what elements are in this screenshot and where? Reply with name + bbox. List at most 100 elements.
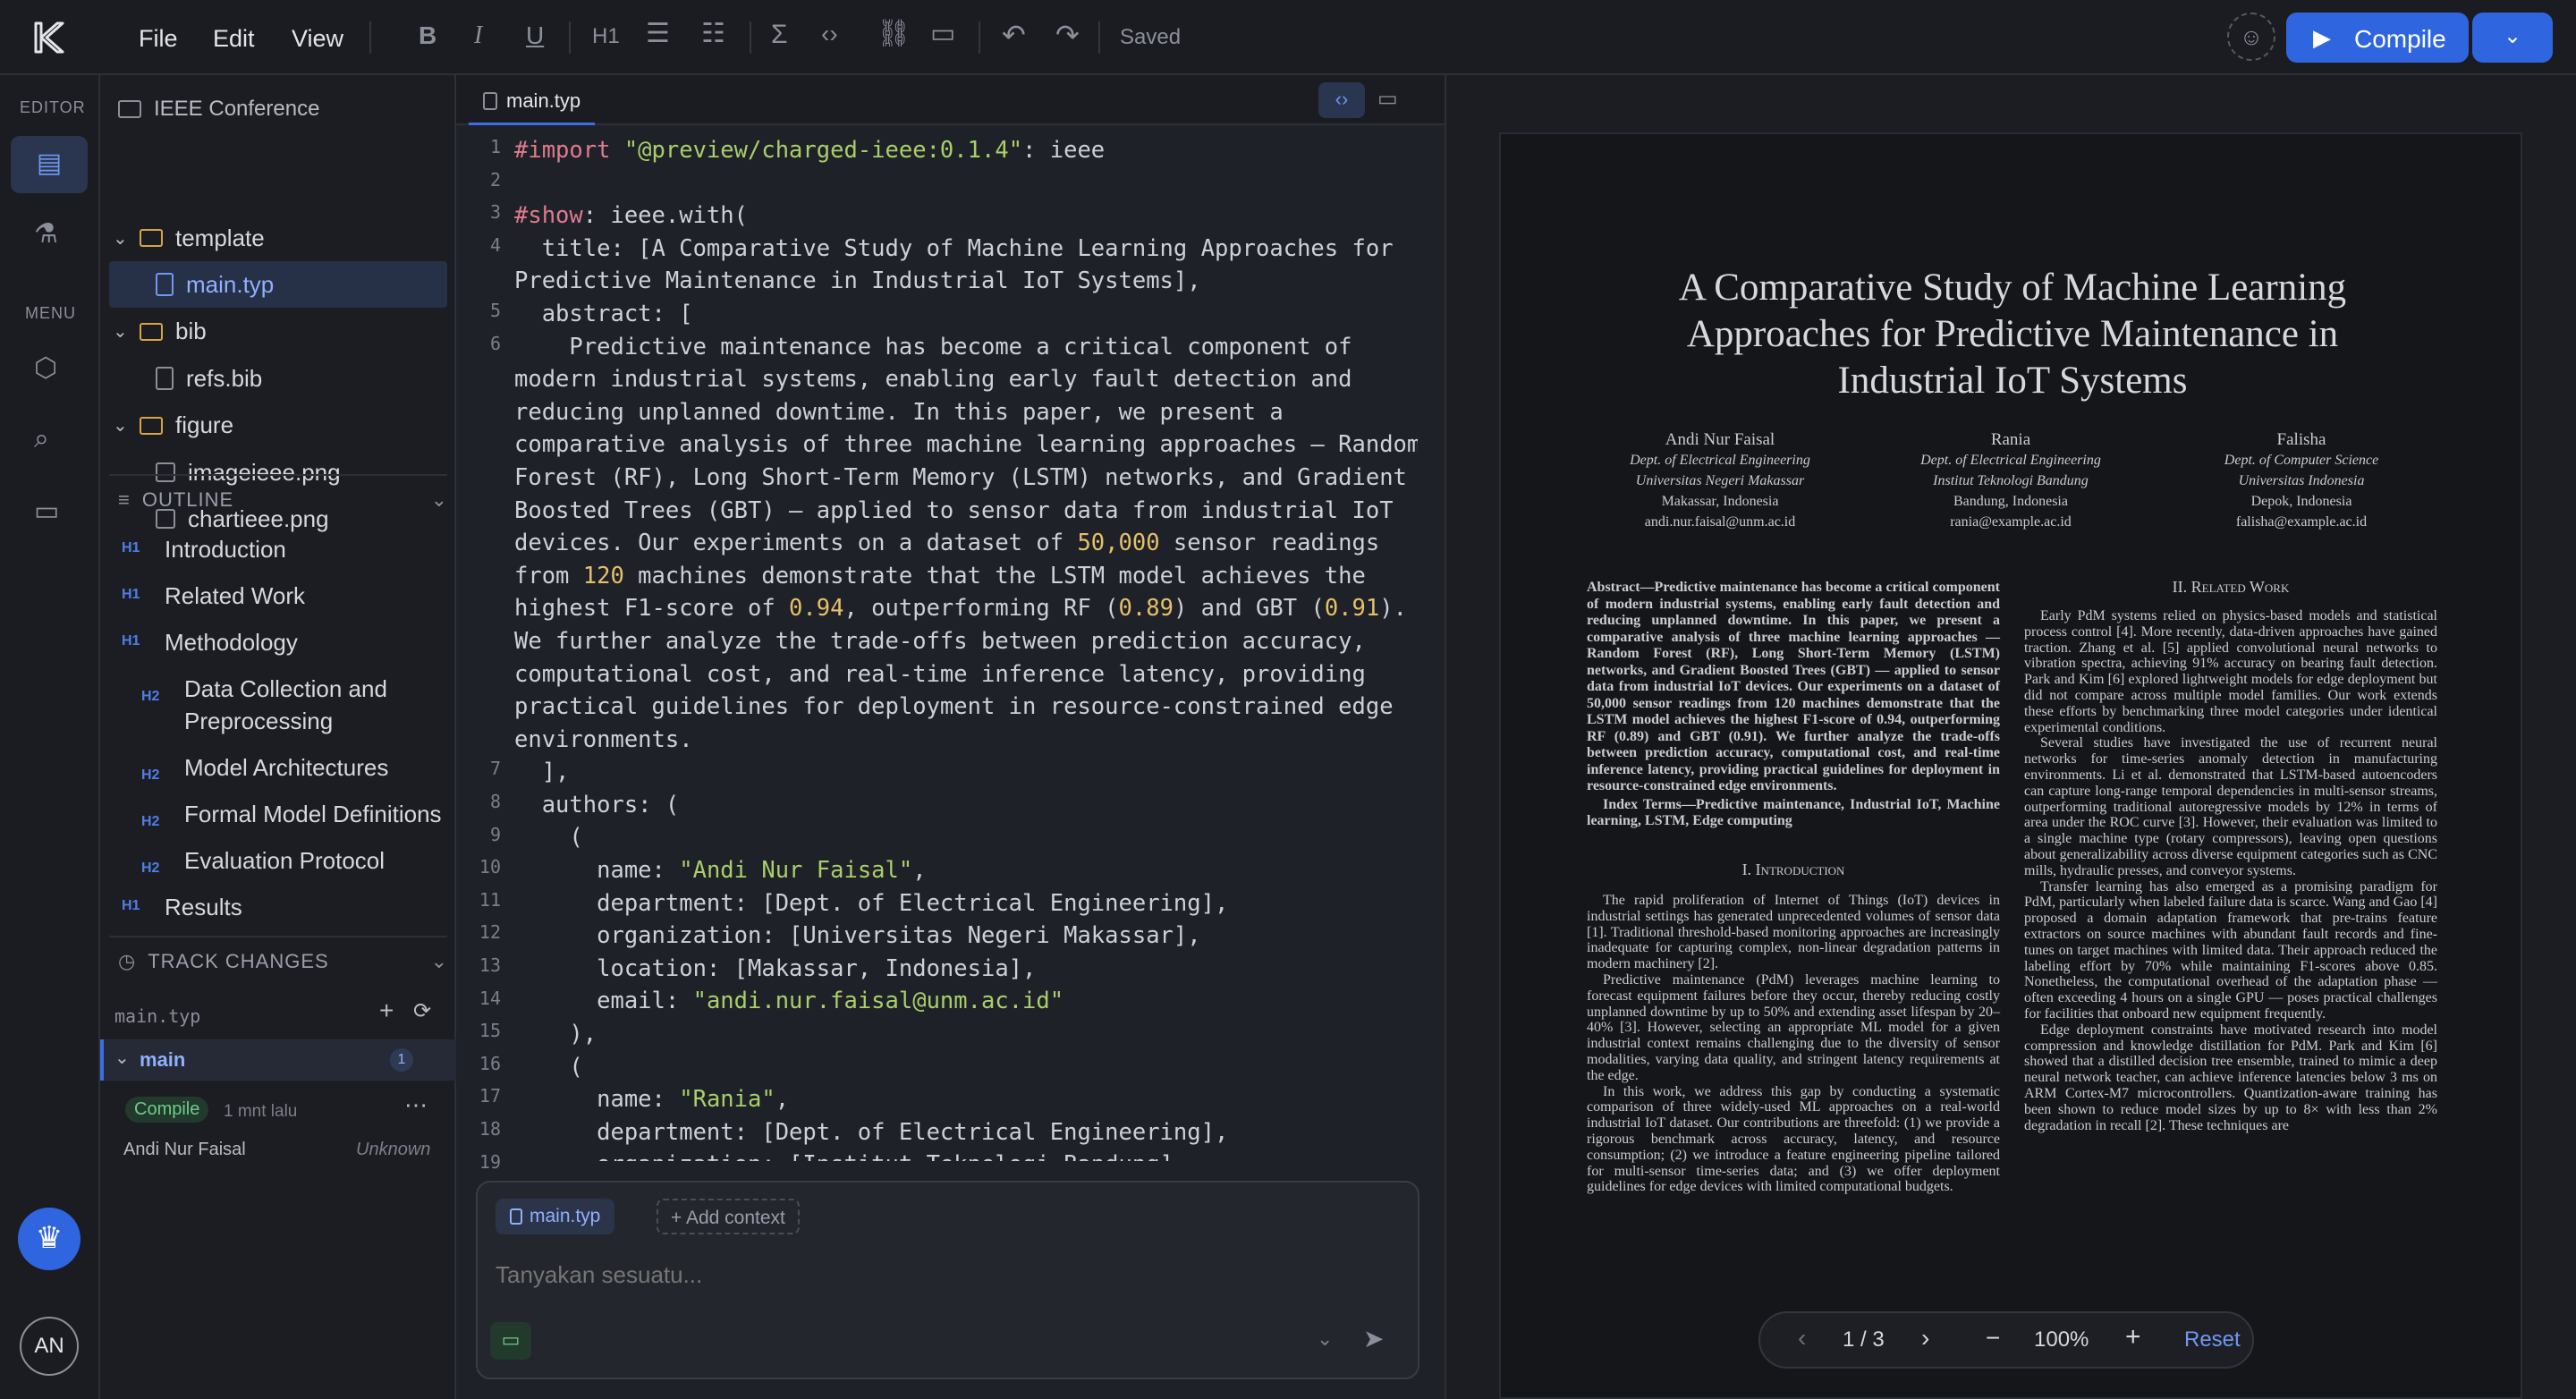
file-tree-label: figure bbox=[175, 411, 234, 439]
menu-view[interactable]: View bbox=[292, 25, 343, 53]
file-tree-item[interactable]: ⌄ template bbox=[100, 215, 456, 261]
chat-mode-button[interactable]: ▭ bbox=[490, 1322, 531, 1360]
code-line: #import "@preview/charged-ieee:0.1.4": i… bbox=[514, 137, 1106, 164]
outline-header[interactable]: ≡ OUTLINE ⌄ bbox=[118, 488, 447, 512]
code-line: authors: ( bbox=[514, 791, 680, 818]
top-bar: File Edit View B I U H1 ☰ ☷ Σ ‹› ⛓ ▭ ↶ ↷… bbox=[0, 0, 2576, 75]
package-icon[interactable]: ⬡ bbox=[34, 352, 57, 384]
divider bbox=[1098, 21, 1100, 54]
comment-view-toggle[interactable]: ▭ bbox=[1377, 86, 1398, 112]
compile-options-button[interactable]: ⌄ bbox=[2472, 13, 2553, 63]
premium-crown-button[interactable]: ♛ bbox=[18, 1208, 80, 1270]
bullet-list-icon[interactable]: ☰ bbox=[646, 18, 670, 49]
add-icon[interactable]: + bbox=[379, 996, 394, 1025]
chevron-down-icon: ⌄ bbox=[114, 1048, 130, 1068]
paper-title: A Comparative Study of Machine Learning … bbox=[1678, 267, 2347, 402]
reset-zoom-button[interactable]: Reset bbox=[2184, 1327, 2241, 1352]
numbered-list-icon[interactable]: ☷ bbox=[701, 18, 725, 49]
chevron-down-icon: ⌄ bbox=[113, 228, 128, 249]
italic-icon[interactable]: I bbox=[474, 21, 482, 50]
context-file-chip[interactable]: main.typ bbox=[496, 1199, 615, 1234]
code-line: Predictive maintenance has become a crit… bbox=[514, 333, 1352, 360]
code-line: reducing unplanned downtime. In this pap… bbox=[514, 398, 1284, 426]
code-line: computational cost, and real-time infere… bbox=[514, 660, 1366, 688]
code-line: department: [Dept. of Electrical Enginee… bbox=[514, 889, 1229, 917]
math-sum-icon[interactable]: Σ bbox=[771, 20, 788, 50]
file-tree-label: refs.bib bbox=[186, 364, 263, 392]
line-number: 2 bbox=[489, 168, 501, 191]
author-dept: Dept. of Computer Science bbox=[2224, 453, 2379, 468]
code-line: abstract: [ bbox=[514, 300, 693, 327]
editor-section-label: EDITOR bbox=[20, 98, 86, 116]
add-context-button[interactable]: + Add context bbox=[657, 1199, 800, 1234]
chevron-down-icon[interactable]: ⌄ bbox=[1317, 1327, 1333, 1351]
menu-file[interactable]: File bbox=[139, 25, 178, 53]
file-tree-item[interactable]: refs.bib bbox=[100, 355, 456, 402]
folder-icon[interactable]: ▭ bbox=[34, 496, 59, 527]
collaborators-icon[interactable]: ☺ bbox=[2227, 13, 2275, 61]
line-number: 16 bbox=[479, 1052, 501, 1074]
code-view-toggle[interactable]: ‹› bbox=[1318, 82, 1365, 118]
redo-icon[interactable]: ↷ bbox=[1055, 18, 1080, 52]
code-icon[interactable]: ‹› bbox=[821, 20, 838, 48]
refresh-icon[interactable]: ⟳ bbox=[413, 998, 431, 1024]
heading-level-tag: H2 bbox=[141, 767, 160, 783]
app-logo bbox=[30, 20, 66, 55]
heading-level-tag: H2 bbox=[141, 814, 160, 829]
image-file-icon bbox=[156, 462, 175, 482]
send-icon[interactable]: ➤ bbox=[1363, 1324, 1384, 1353]
zoom-level: 100% bbox=[2034, 1327, 2089, 1352]
editor-tab[interactable]: main.typ bbox=[469, 79, 596, 125]
author-block: Andi Nur Faisal Dept. of Electrical Engin… bbox=[1577, 429, 1863, 532]
link-icon[interactable]: ⛓ bbox=[877, 18, 911, 49]
divider bbox=[109, 474, 447, 476]
menu-edit[interactable]: Edit bbox=[213, 25, 255, 53]
author-email: andi.nur.faisal@unm.ac.id bbox=[1644, 514, 1796, 530]
line-number: 10 bbox=[479, 856, 501, 878]
file-tree-item[interactable]: ⌄ figure bbox=[100, 403, 456, 449]
heading-level-tag: H1 bbox=[122, 898, 140, 913]
author-loc: Depok, Indonesia bbox=[2250, 494, 2352, 509]
underline-icon[interactable]: U bbox=[526, 21, 544, 50]
heading-button[interactable]: H1 bbox=[592, 24, 620, 49]
section-heading: I. Introduction bbox=[1741, 861, 1845, 878]
compile-button[interactable]: ▶ Compile bbox=[2286, 13, 2469, 63]
page-indicator: 1 / 3 bbox=[1843, 1327, 1885, 1352]
branch-row[interactable]: ⌄ main 1 bbox=[100, 1039, 456, 1081]
track-changes-header[interactable]: ◷ TRACK CHANGES ⌄ bbox=[118, 950, 447, 973]
paragraph: Edge deployment constraints have motivat… bbox=[2024, 1022, 2437, 1133]
line-number: 4 bbox=[489, 233, 501, 256]
code-line: We further analyze the trade-offs betwee… bbox=[514, 627, 1366, 655]
zoom-in-icon[interactable]: + bbox=[2125, 1322, 2141, 1352]
code-content[interactable]: #import "@preview/charged-ieee:0.1.4": i… bbox=[514, 134, 1418, 1161]
user-avatar[interactable]: AN bbox=[20, 1317, 79, 1376]
next-page-icon[interactable]: › bbox=[1921, 1324, 1929, 1352]
flask-icon[interactable]: ⚗ bbox=[34, 218, 58, 250]
files-view-button[interactable]: ▤ bbox=[11, 136, 88, 193]
more-options-icon[interactable]: ⋯ bbox=[404, 1091, 428, 1119]
project-name: IEEE Conference bbox=[154, 97, 320, 121]
file-tree-label: main.typ bbox=[186, 270, 275, 298]
code-line: highest F1-score of 0.94, outperforming … bbox=[514, 595, 1407, 623]
code-line: name: "Rania", bbox=[514, 1086, 790, 1114]
divider bbox=[369, 21, 371, 54]
undo-icon[interactable]: ↶ bbox=[1002, 18, 1026, 52]
bold-icon[interactable]: B bbox=[419, 21, 436, 50]
author-dept: Dept. of Electrical Engineering bbox=[1920, 453, 2101, 468]
prev-page-icon[interactable]: ‹ bbox=[1798, 1324, 1806, 1352]
comment-icon[interactable]: ▭ bbox=[930, 18, 955, 49]
line-number: 11 bbox=[479, 888, 501, 911]
project-sidebar: IEEE Conference ⌄ template main.typ ⌄ bib ref… bbox=[100, 75, 456, 1399]
chat-input[interactable] bbox=[496, 1254, 1390, 1295]
line-number: 1 bbox=[489, 136, 501, 157]
file-tree-item[interactable]: main.typ bbox=[109, 261, 447, 309]
pdf-pager: ‹ 1 / 3 › − 100% + Reset bbox=[1758, 1311, 2254, 1369]
search-icon[interactable]: ⌕ bbox=[34, 424, 49, 454]
paragraph: Predictive maintenance (PdM) leverages m… bbox=[1587, 971, 2000, 1083]
zoom-out-icon[interactable]: − bbox=[1986, 1324, 2000, 1352]
file-tree-item[interactable]: ⌄ bib bbox=[100, 309, 456, 355]
author-org: Institut Teknologi Bandung bbox=[1933, 473, 2089, 488]
line-number: 12 bbox=[479, 921, 501, 944]
chevron-down-icon: ⌄ bbox=[430, 488, 447, 511]
code-line: modern industrial systems, enabling earl… bbox=[514, 366, 1352, 394]
